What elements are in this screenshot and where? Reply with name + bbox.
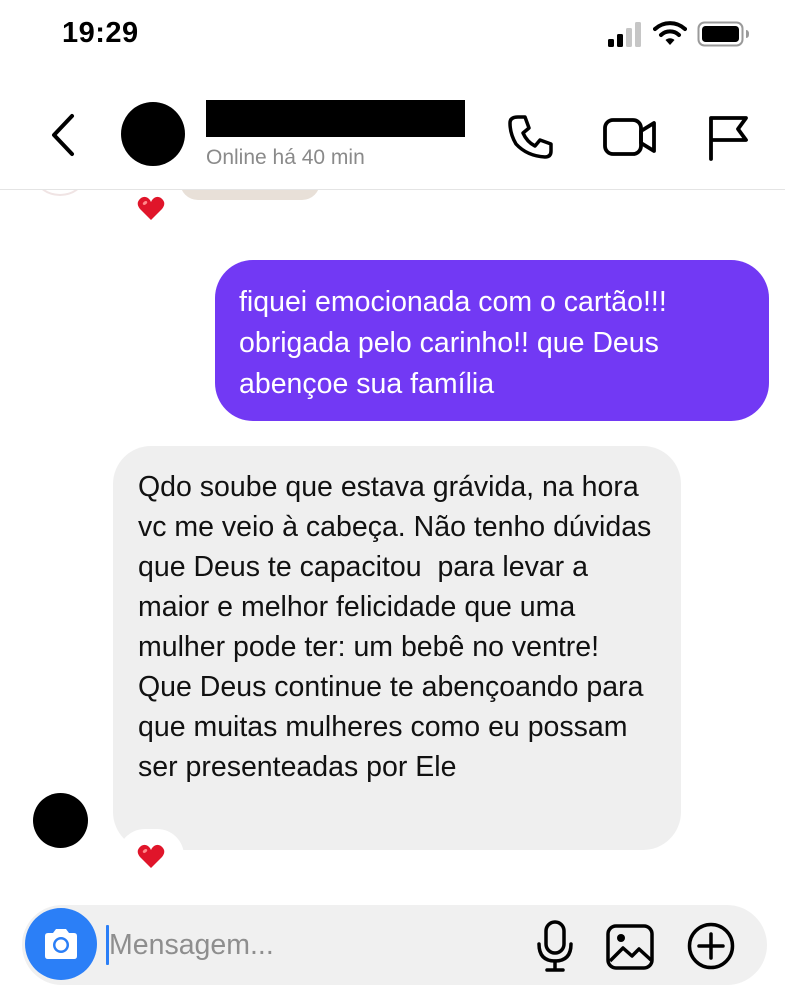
contact-name-redacted[interactable] (206, 100, 465, 137)
microphone-icon[interactable] (535, 919, 575, 973)
signal-icon (608, 22, 641, 47)
chat-header: Online há 40 min (0, 80, 785, 190)
flag-icon[interactable] (706, 112, 750, 162)
partial-avatar (36, 190, 84, 196)
heart-reaction[interactable] (121, 190, 181, 232)
battery-icon (697, 21, 749, 47)
message-input[interactable] (109, 919, 509, 971)
sent-message-bubble[interactable]: fiquei emocionada com o cartão!!! obriga… (215, 260, 769, 421)
wifi-icon (653, 21, 687, 45)
chevron-left-icon[interactable] (44, 110, 84, 160)
status-time: 19:29 (62, 17, 139, 49)
camera-icon (45, 929, 77, 959)
contact-avatar[interactable] (121, 102, 185, 166)
sender-avatar[interactable] (33, 793, 88, 848)
video-camera-icon[interactable] (602, 114, 658, 160)
image-icon[interactable] (605, 923, 655, 971)
heart-reaction[interactable] (121, 832, 181, 880)
phone-icon[interactable] (505, 112, 555, 162)
status-bar: 19:29 (0, 0, 785, 70)
camera-button[interactable] (25, 908, 97, 980)
message-composer (22, 905, 767, 985)
received-message-text: Qdo soube que estava grávida, na hora vc… (138, 471, 660, 783)
plus-circle-icon[interactable] (686, 921, 736, 971)
heart-icon (137, 196, 165, 220)
partial-image-message[interactable] (180, 190, 320, 200)
sent-message-text: fiquei emocionada com o cartão!!! obriga… (239, 286, 667, 400)
contact-status: Online há 40 min (206, 146, 365, 169)
received-message-bubble[interactable]: Qdo soube que estava grávida, na hora vc… (113, 446, 681, 850)
heart-icon (137, 844, 165, 868)
message-thread[interactable]: fiquei emocionada com o cartão!!! obriga… (0, 190, 785, 890)
